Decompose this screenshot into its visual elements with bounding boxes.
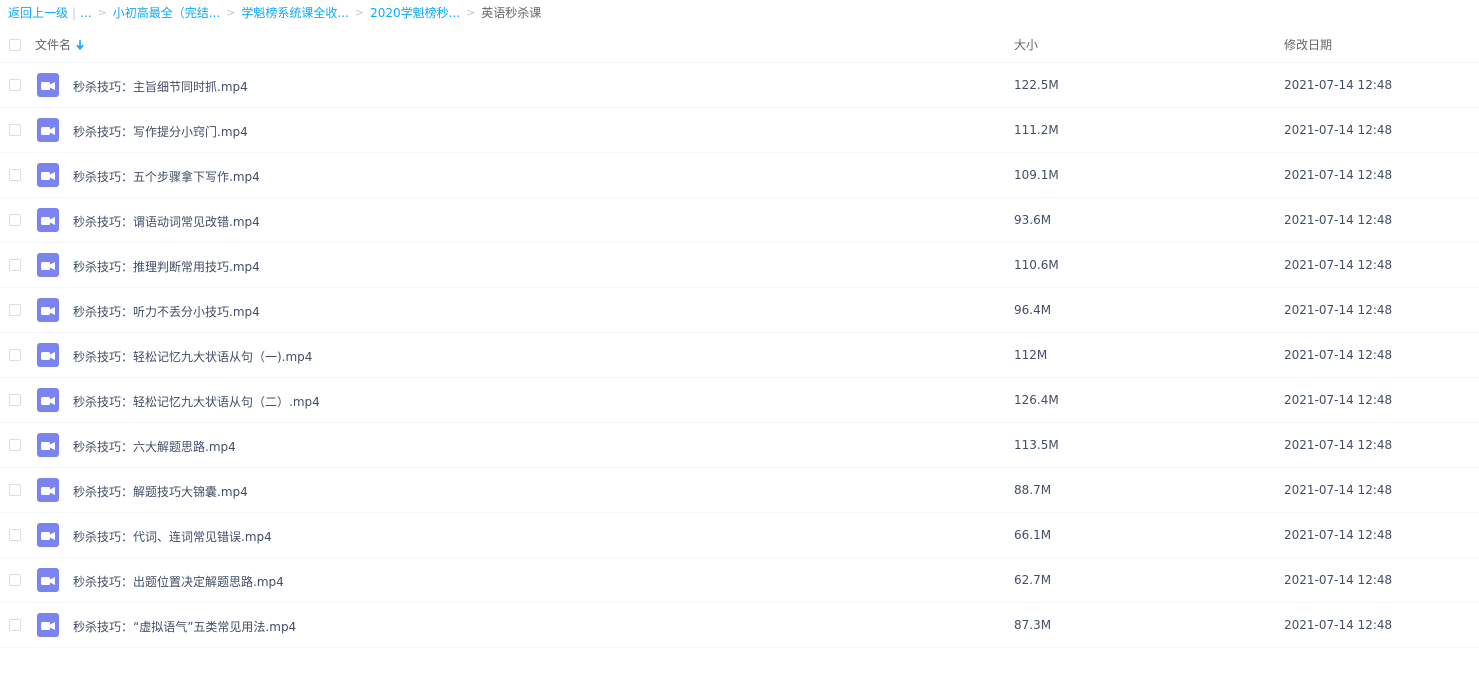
row-checkbox[interactable] bbox=[9, 124, 21, 136]
video-file-icon bbox=[37, 478, 59, 502]
breadcrumb-current: 英语秒杀课 bbox=[481, 6, 542, 20]
row-checkbox[interactable] bbox=[9, 619, 21, 631]
file-size: 122.5M bbox=[1014, 78, 1059, 92]
file-row[interactable]: 秒杀技巧：写作提分小窍门.mp4 111.2M 2021-07-14 12:48 bbox=[0, 108, 1479, 153]
row-checkbox[interactable] bbox=[9, 529, 21, 541]
video-file-icon bbox=[37, 118, 59, 142]
file-name[interactable]: 秒杀技巧：出题位置决定解题思路.mp4 bbox=[73, 573, 284, 590]
file-modified-date: 2021-07-14 12:48 bbox=[1284, 348, 1393, 362]
file-modified-date: 2021-07-14 12:48 bbox=[1284, 303, 1393, 317]
file-row[interactable]: 秒杀技巧：推理判断常用技巧.mp4 110.6M 2021-07-14 12:48 bbox=[0, 243, 1479, 288]
file-modified-date: 2021-07-14 12:48 bbox=[1284, 213, 1393, 227]
file-row[interactable]: 秒杀技巧：“虚拟语气”五类常见用法.mp4 87.3M 2021-07-14 12:… bbox=[0, 603, 1479, 648]
video-file-icon bbox=[37, 523, 59, 547]
video-file-icon bbox=[37, 253, 59, 277]
file-row[interactable]: 秒杀技巧：谓语动词常见改错.mp4 93.6M 2021-07-14 12:48 bbox=[0, 198, 1479, 243]
video-file-icon bbox=[37, 298, 59, 322]
file-row[interactable]: 秒杀技巧：轻松记忆九大状语从句（一).mp4 112M 2021-07-14 12:… bbox=[0, 333, 1479, 378]
video-file-icon bbox=[37, 163, 59, 187]
video-file-icon bbox=[37, 568, 59, 592]
file-modified-date: 2021-07-14 12:48 bbox=[1284, 483, 1393, 497]
back-link[interactable]: 返回上一级 bbox=[8, 5, 68, 21]
file-size: 87.3M bbox=[1014, 618, 1052, 632]
file-size: 66.1M bbox=[1014, 528, 1052, 542]
date-column-header[interactable]: 修改日期 bbox=[1284, 36, 1332, 53]
file-modified-date: 2021-07-14 12:48 bbox=[1284, 123, 1393, 137]
file-size: 110.6M bbox=[1014, 258, 1059, 272]
file-modified-date: 2021-07-14 12:48 bbox=[1284, 168, 1393, 182]
name-column-label: 文件名 bbox=[35, 38, 72, 52]
file-size: 113.5M bbox=[1014, 438, 1059, 452]
row-checkbox[interactable] bbox=[9, 304, 21, 316]
row-checkbox[interactable] bbox=[9, 574, 21, 586]
file-name[interactable]: 秒杀技巧：解题技巧大锦囊.mp4 bbox=[73, 483, 248, 500]
row-checkbox[interactable] bbox=[9, 259, 21, 271]
breadcrumb-separator: > bbox=[354, 6, 365, 19]
video-file-icon bbox=[37, 433, 59, 457]
file-row[interactable]: 秒杀技巧：解题技巧大锦囊.mp4 88.7M 2021-07-14 12:48 bbox=[0, 468, 1479, 513]
file-name[interactable]: 秒杀技巧：推理判断常用技巧.mp4 bbox=[73, 258, 260, 275]
breadcrumb-ellipsis[interactable]: ... bbox=[80, 5, 91, 21]
video-file-icon bbox=[37, 73, 59, 97]
file-modified-date: 2021-07-14 12:48 bbox=[1284, 438, 1393, 452]
breadcrumb-item[interactable]: 学魁榜系统课全收... bbox=[241, 5, 348, 21]
file-name[interactable]: 秒杀技巧：六大解题思路.mp4 bbox=[73, 438, 236, 455]
file-modified-date: 2021-07-14 12:48 bbox=[1284, 618, 1393, 632]
file-row[interactable]: 秒杀技巧：五个步骤拿下写作.mp4 109.1M 2021-07-14 12:48 bbox=[0, 153, 1479, 198]
breadcrumb-item[interactable]: 2020学魁榜秒... bbox=[370, 5, 460, 21]
file-name[interactable]: 秒杀技巧：主旨细节同时抓.mp4 bbox=[73, 78, 248, 95]
row-checkbox[interactable] bbox=[9, 349, 21, 361]
video-file-icon bbox=[37, 388, 59, 412]
video-file-icon bbox=[37, 208, 59, 232]
breadcrumb-separator: > bbox=[466, 6, 476, 19]
file-size: 88.7M bbox=[1014, 483, 1052, 497]
row-checkbox[interactable] bbox=[9, 484, 21, 496]
select-all-checkbox[interactable] bbox=[9, 39, 21, 51]
breadcrumb-separator: > bbox=[97, 6, 107, 19]
file-size: 93.6M bbox=[1014, 213, 1052, 227]
file-name[interactable]: 秒杀技巧：轻松记忆九大状语从句（二）.mp4 bbox=[73, 393, 320, 410]
file-modified-date: 2021-07-14 12:48 bbox=[1284, 78, 1393, 92]
file-size: 112M bbox=[1014, 348, 1048, 362]
file-row[interactable]: 秒杀技巧：主旨细节同时抓.mp4 122.5M 2021-07-14 12:48 bbox=[0, 63, 1479, 108]
breadcrumb: 返回上一级 | ... > 小初高最全（完结... > 学魁榜系统课全收... … bbox=[8, 5, 541, 21]
file-size: 126.4M bbox=[1014, 393, 1059, 407]
file-row[interactable]: 秒杀技巧：轻松记忆九大状语从句（二）.mp4 126.4M 2021-07-14 1… bbox=[0, 378, 1479, 423]
breadcrumb-separator: > bbox=[226, 6, 236, 19]
row-checkbox[interactable] bbox=[9, 394, 21, 406]
file-list-header: 文件名 大小 修改日期 bbox=[0, 26, 1479, 63]
file-modified-date: 2021-07-14 12:48 bbox=[1284, 258, 1393, 272]
arrow-down-icon[interactable] bbox=[76, 39, 84, 50]
file-row[interactable]: 秒杀技巧：代词、连词常见错误.mp4 66.1M 2021-07-14 12:48 bbox=[0, 513, 1479, 558]
row-checkbox[interactable] bbox=[9, 169, 21, 181]
breadcrumb-pipe: | bbox=[72, 6, 77, 20]
file-name[interactable]: 秒杀技巧：听力不丢分小技巧.mp4 bbox=[73, 303, 260, 320]
file-name[interactable]: 秒杀技巧：代词、连词常见错误.mp4 bbox=[73, 528, 272, 545]
size-column-header[interactable]: 大小 bbox=[1014, 36, 1038, 53]
file-size: 111.2M bbox=[1014, 123, 1059, 137]
file-size: 96.4M bbox=[1014, 303, 1052, 317]
file-row[interactable]: 秒杀技巧：六大解题思路.mp4 113.5M 2021-07-14 12:48 bbox=[0, 423, 1479, 468]
file-name[interactable]: 秒杀技巧：“虚拟语气”五类常见用法.mp4 bbox=[73, 618, 296, 635]
breadcrumb-item[interactable]: 小初高最全（完结... bbox=[113, 5, 220, 21]
row-checkbox[interactable] bbox=[9, 79, 21, 91]
file-size: 62.7M bbox=[1014, 573, 1052, 587]
video-file-icon bbox=[37, 343, 59, 367]
name-column-header[interactable]: 文件名 bbox=[35, 36, 84, 53]
file-name[interactable]: 秒杀技巧：五个步骤拿下写作.mp4 bbox=[73, 168, 260, 185]
file-name[interactable]: 秒杀技巧：轻松记忆九大状语从句（一).mp4 bbox=[73, 348, 312, 365]
row-checkbox[interactable] bbox=[9, 439, 21, 451]
video-file-icon bbox=[37, 613, 59, 637]
file-modified-date: 2021-07-14 12:48 bbox=[1284, 393, 1393, 407]
file-row[interactable]: 秒杀技巧：出题位置决定解题思路.mp4 62.7M 2021-07-14 12:48 bbox=[0, 558, 1479, 603]
file-modified-date: 2021-07-14 12:48 bbox=[1284, 573, 1393, 587]
file-name[interactable]: 秒杀技巧：写作提分小窍门.mp4 bbox=[73, 123, 248, 140]
file-name[interactable]: 秒杀技巧：谓语动词常见改错.mp4 bbox=[73, 213, 260, 230]
file-size: 109.1M bbox=[1014, 168, 1059, 182]
row-checkbox[interactable] bbox=[9, 214, 21, 226]
file-modified-date: 2021-07-14 12:48 bbox=[1284, 528, 1393, 542]
file-row[interactable]: 秒杀技巧：听力不丢分小技巧.mp4 96.4M 2021-07-14 12:48 bbox=[0, 288, 1479, 333]
